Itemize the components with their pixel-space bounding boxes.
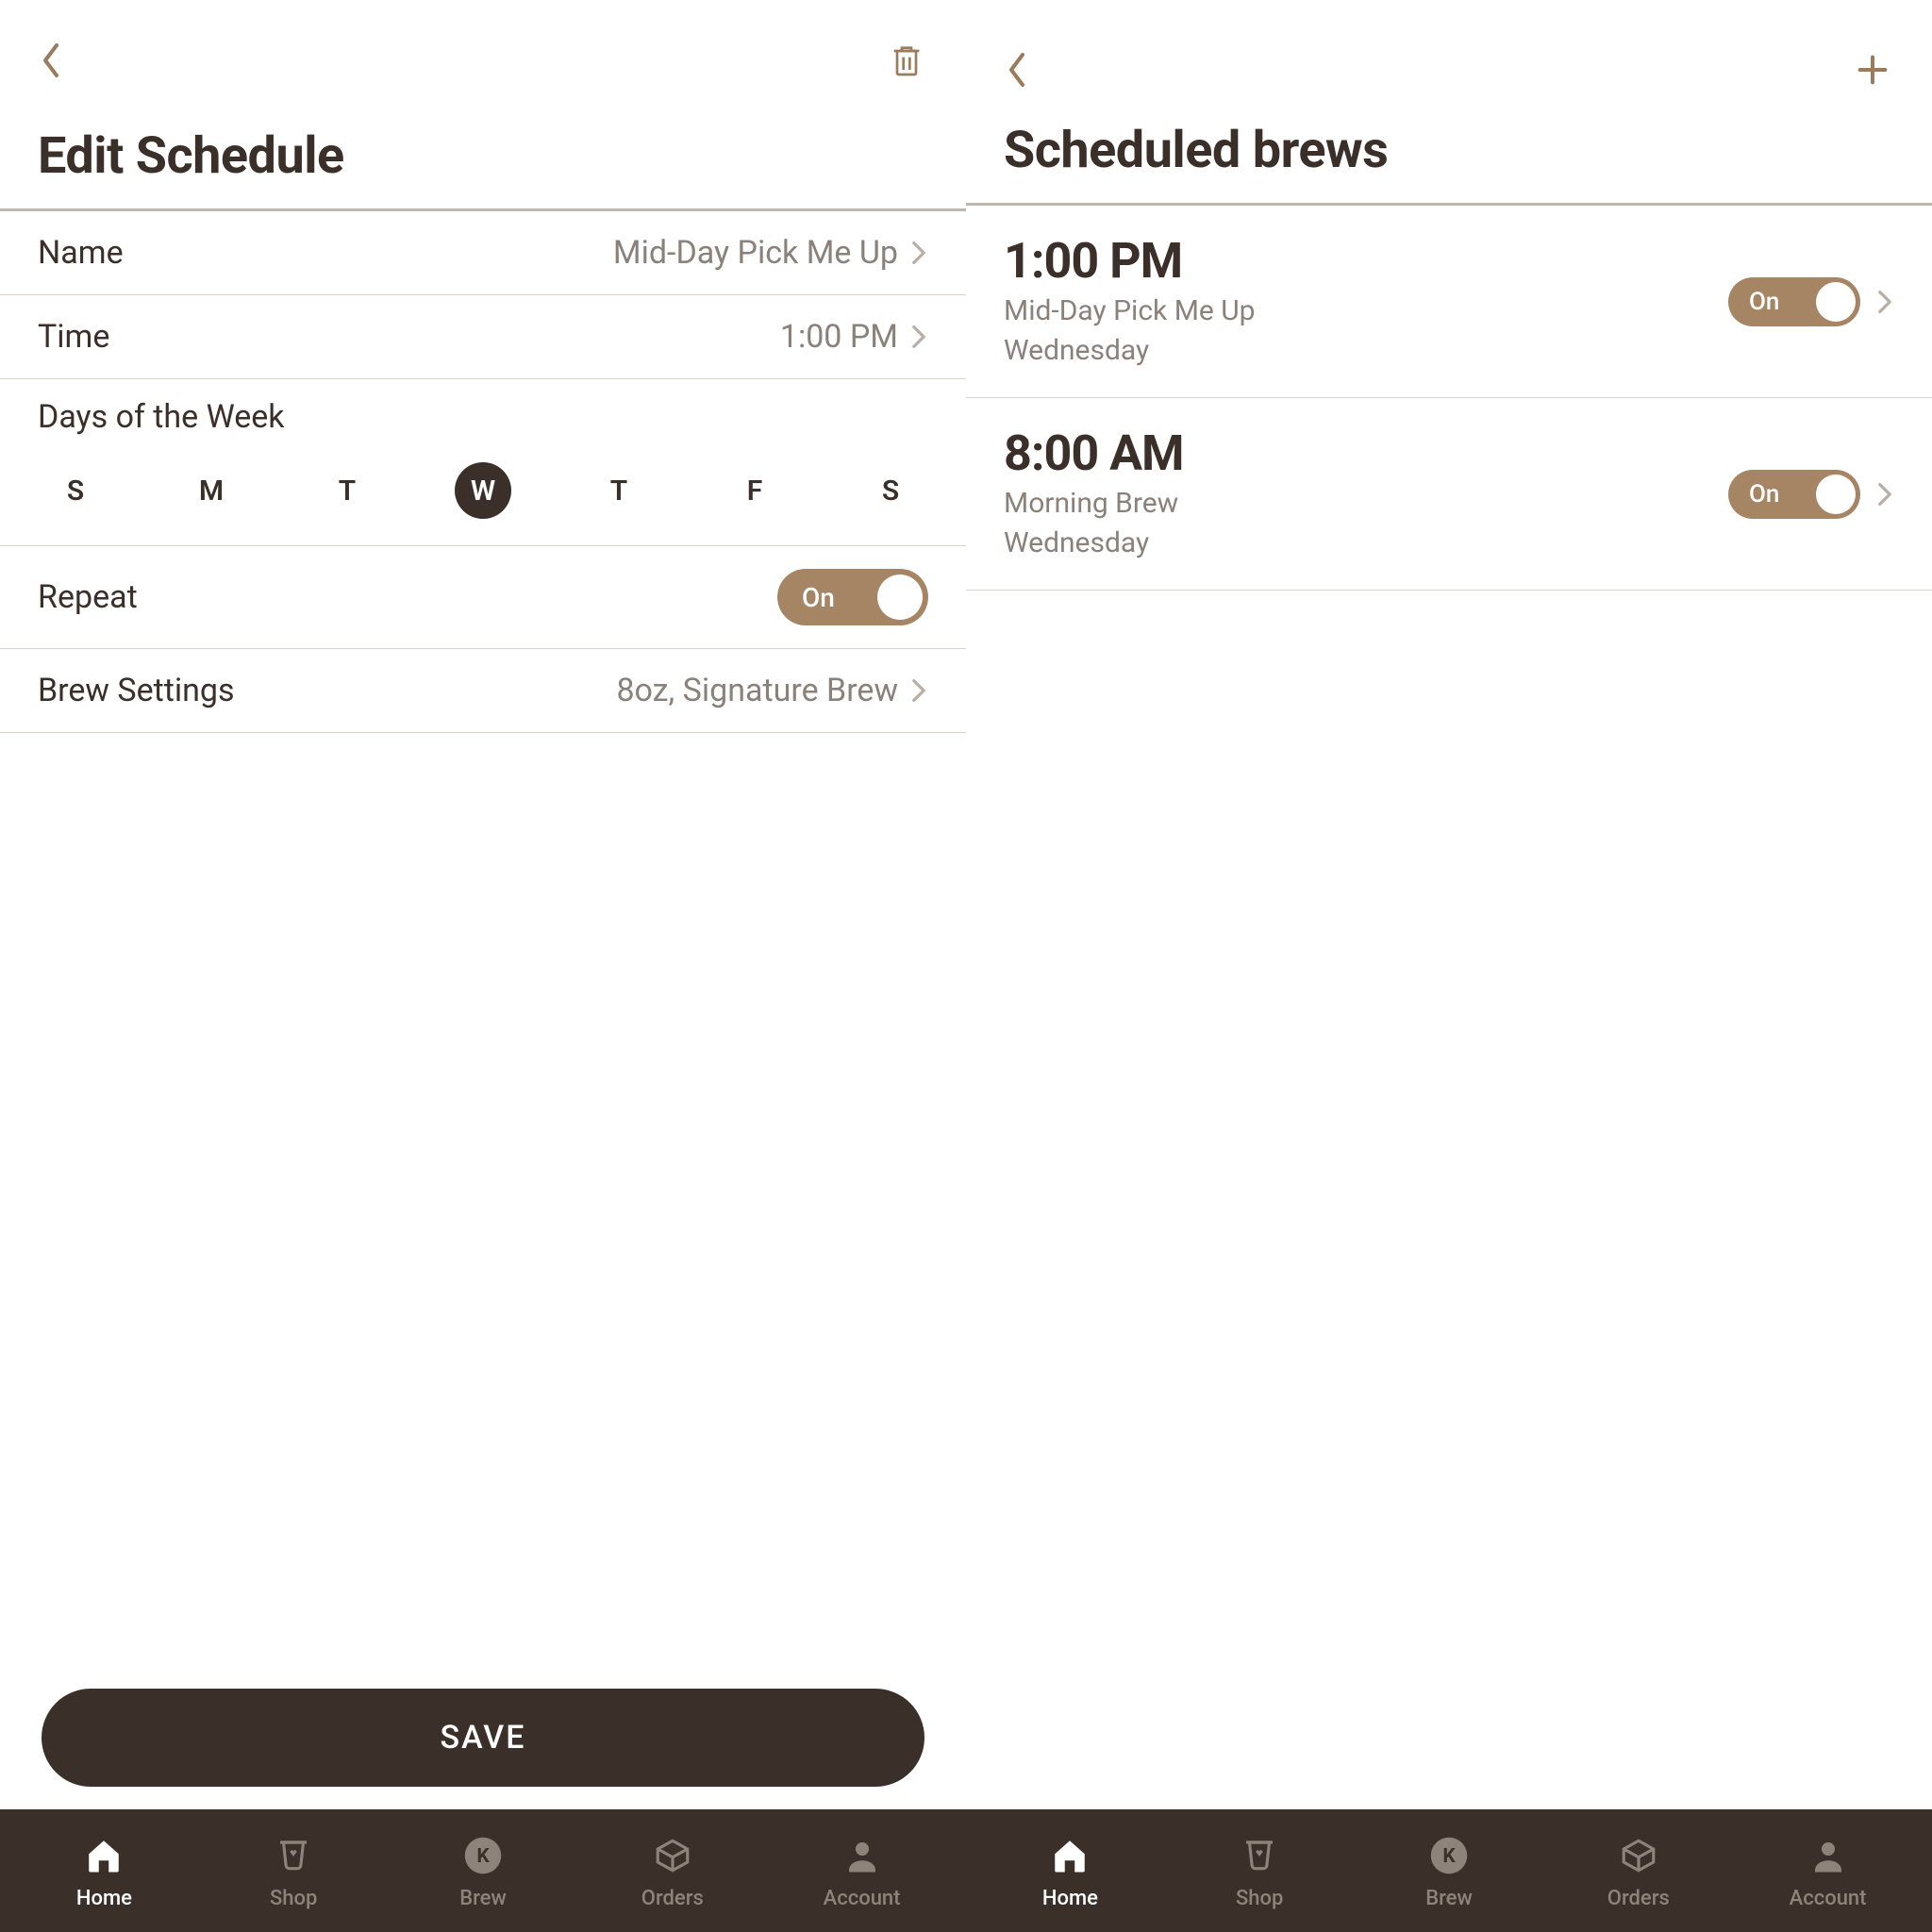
account-icon bbox=[839, 1832, 886, 1879]
brew-toggle[interactable]: On bbox=[1728, 277, 1860, 326]
time-label: Time bbox=[38, 318, 109, 356]
day-3[interactable]: W bbox=[455, 462, 511, 519]
add-button[interactable] bbox=[1849, 46, 1896, 93]
day-1[interactable]: M bbox=[183, 462, 240, 519]
delete-button[interactable] bbox=[883, 37, 930, 84]
orders-icon bbox=[1615, 1832, 1662, 1879]
day-4[interactable]: T bbox=[591, 462, 647, 519]
brew-item[interactable]: 8:00 AM Morning Brew Wednesday On bbox=[966, 398, 1932, 591]
tab-account[interactable]: Account bbox=[767, 1832, 957, 1910]
home-icon bbox=[80, 1832, 127, 1879]
name-label: Name bbox=[38, 234, 124, 272]
tab-home[interactable]: Home bbox=[975, 1832, 1165, 1910]
brew-day: Wednesday bbox=[1004, 331, 1711, 371]
day-0[interactable]: S bbox=[47, 462, 104, 519]
scheduled-brews-screen: Scheduled brews 1:00 PM Mid-Day Pick Me … bbox=[966, 0, 1932, 1932]
chevron-right-icon bbox=[911, 239, 928, 267]
chevron-right-icon bbox=[1877, 288, 1894, 316]
tab-bar: Home Shop K Brew Orders Account bbox=[0, 1809, 966, 1932]
chevron-right-icon bbox=[1877, 480, 1894, 508]
day-5[interactable]: F bbox=[726, 462, 783, 519]
tab-orders[interactable]: Orders bbox=[577, 1832, 767, 1910]
brew-toggle[interactable]: On bbox=[1728, 470, 1860, 519]
tab-shop[interactable]: Shop bbox=[1165, 1832, 1355, 1910]
brew-time: 1:00 PM bbox=[1004, 232, 1711, 290]
brew-icon: K bbox=[1425, 1832, 1473, 1879]
svg-text:K: K bbox=[476, 1845, 490, 1868]
time-row[interactable]: Time 1:00 PM bbox=[0, 295, 966, 379]
tab-label: Shop bbox=[1236, 1887, 1283, 1910]
name-value: Mid-Day Pick Me Up bbox=[613, 234, 928, 272]
days-row: SMTWTFS bbox=[38, 462, 928, 519]
save-button[interactable]: SAVE bbox=[42, 1689, 924, 1787]
days-section: Days of the Week S M T W T F S bbox=[0, 379, 966, 546]
tab-shop[interactable]: Shop bbox=[199, 1832, 389, 1910]
toggle-knob bbox=[877, 575, 923, 620]
tab-label: Brew bbox=[1425, 1887, 1473, 1910]
header bbox=[966, 0, 1932, 104]
chevron-right-icon bbox=[911, 323, 928, 351]
brew-settings-row[interactable]: Brew Settings 8oz, Signature Brew bbox=[0, 649, 966, 733]
tab-bar: Home Shop K Brew Orders Account bbox=[966, 1809, 1932, 1932]
brew-day: Wednesday bbox=[1004, 524, 1711, 563]
repeat-label: Repeat bbox=[38, 578, 138, 616]
tab-orders[interactable]: Orders bbox=[1543, 1832, 1733, 1910]
brew-settings-value: 8oz, Signature Brew bbox=[616, 672, 928, 709]
brew-name: Mid-Day Pick Me Up bbox=[1004, 291, 1711, 331]
name-row[interactable]: Name Mid-Day Pick Me Up bbox=[0, 211, 966, 295]
tab-brew[interactable]: K Brew bbox=[1355, 1832, 1544, 1910]
brew-item[interactable]: 1:00 PM Mid-Day Pick Me Up Wednesday On bbox=[966, 206, 1932, 398]
brew-list: 1:00 PM Mid-Day Pick Me Up Wednesday On … bbox=[966, 206, 1932, 591]
tab-brew[interactable]: K Brew bbox=[389, 1832, 578, 1910]
tab-label: Home bbox=[1042, 1887, 1098, 1910]
tab-label: Home bbox=[76, 1887, 132, 1910]
orders-icon bbox=[649, 1832, 696, 1879]
back-button[interactable] bbox=[1002, 46, 1032, 93]
tab-label: Account bbox=[1790, 1887, 1867, 1910]
brew-name: Morning Brew bbox=[1004, 484, 1711, 524]
edit-schedule-screen: Edit Schedule Name Mid-Day Pick Me Up Ti… bbox=[0, 0, 966, 1932]
brew-time: 8:00 AM bbox=[1004, 425, 1711, 482]
days-label: Days of the Week bbox=[38, 398, 928, 436]
tab-label: Account bbox=[824, 1887, 901, 1910]
shop-icon bbox=[270, 1832, 317, 1879]
shop-icon bbox=[1236, 1832, 1283, 1879]
page-title: Edit Schedule bbox=[0, 104, 966, 211]
back-button[interactable] bbox=[36, 37, 66, 84]
time-value: 1:00 PM bbox=[780, 318, 928, 356]
brew-icon: K bbox=[459, 1832, 507, 1879]
tab-label: Orders bbox=[641, 1887, 704, 1910]
tab-label: Shop bbox=[270, 1887, 317, 1910]
repeat-row: Repeat On bbox=[0, 546, 966, 649]
home-icon bbox=[1046, 1832, 1093, 1879]
page-title: Scheduled brews bbox=[966, 104, 1932, 206]
tab-account[interactable]: Account bbox=[1733, 1832, 1923, 1910]
tab-home[interactable]: Home bbox=[9, 1832, 199, 1910]
day-6[interactable]: S bbox=[862, 462, 919, 519]
account-icon bbox=[1805, 1832, 1852, 1879]
repeat-toggle[interactable]: On bbox=[777, 569, 928, 625]
chevron-right-icon bbox=[911, 676, 928, 705]
day-2[interactable]: T bbox=[319, 462, 375, 519]
tab-label: Brew bbox=[459, 1887, 507, 1910]
svg-text:K: K bbox=[1442, 1845, 1456, 1868]
brew-settings-label: Brew Settings bbox=[38, 672, 235, 709]
tab-label: Orders bbox=[1607, 1887, 1670, 1910]
header bbox=[0, 0, 966, 104]
